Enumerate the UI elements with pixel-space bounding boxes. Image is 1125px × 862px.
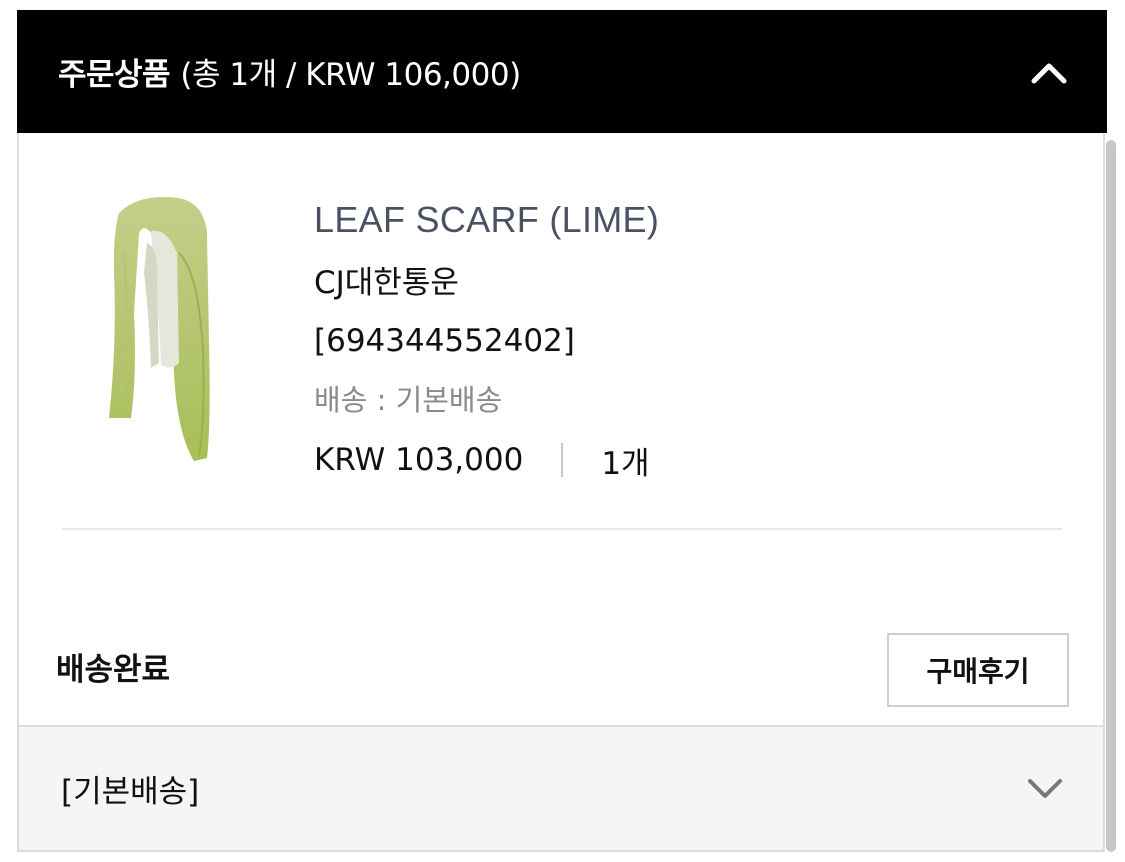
- chevron-up-icon[interactable]: [1029, 57, 1069, 87]
- order-item: LEAF SCARF (LIME) CJ대한통운 [694344552402] …: [19, 133, 1103, 530]
- product-name-link[interactable]: LEAF SCARF (LIME): [314, 195, 659, 245]
- product-info: LEAF SCARF (LIME) CJ대한통운 [694344552402] …: [314, 195, 659, 482]
- shipping-method: 배송 : 기본배송: [314, 383, 503, 417]
- header-title-label: 주문상품: [58, 57, 171, 93]
- header-summary: (총 1개 / KRW 106,000): [180, 57, 521, 93]
- order-products-title: 주문상품 (총 1개 / KRW 106,000): [58, 49, 521, 94]
- price-qty-divider: [561, 443, 564, 477]
- order-status-row: 배송완료 구매후기: [19, 630, 1103, 725]
- item-quantity: 1개: [601, 445, 650, 482]
- shipping-section-toggle[interactable]: [기본배송]: [19, 725, 1103, 850]
- price-row: KRW 103,000 1개: [314, 438, 659, 482]
- shipping-section-label: [기본배송]: [61, 774, 200, 810]
- scrollbar[interactable]: [1106, 140, 1116, 852]
- write-review-button[interactable]: 구매후기: [887, 633, 1069, 707]
- tracking-number[interactable]: [694344552402]: [314, 319, 659, 363]
- order-products-panel: 주문상품 (총 1개 / KRW 106,000) LEAF SCARF (LI…: [17, 10, 1107, 852]
- carrier-name: CJ대한통운: [314, 265, 459, 301]
- item-divider: [62, 528, 1062, 530]
- chevron-down-icon[interactable]: [1025, 776, 1065, 802]
- delivery-status: 배송완료: [56, 652, 171, 688]
- product-thumbnail[interactable]: [99, 193, 234, 473]
- item-price: KRW 103,000: [314, 442, 524, 478]
- order-products-header[interactable]: 주문상품 (총 1개 / KRW 106,000): [17, 10, 1107, 133]
